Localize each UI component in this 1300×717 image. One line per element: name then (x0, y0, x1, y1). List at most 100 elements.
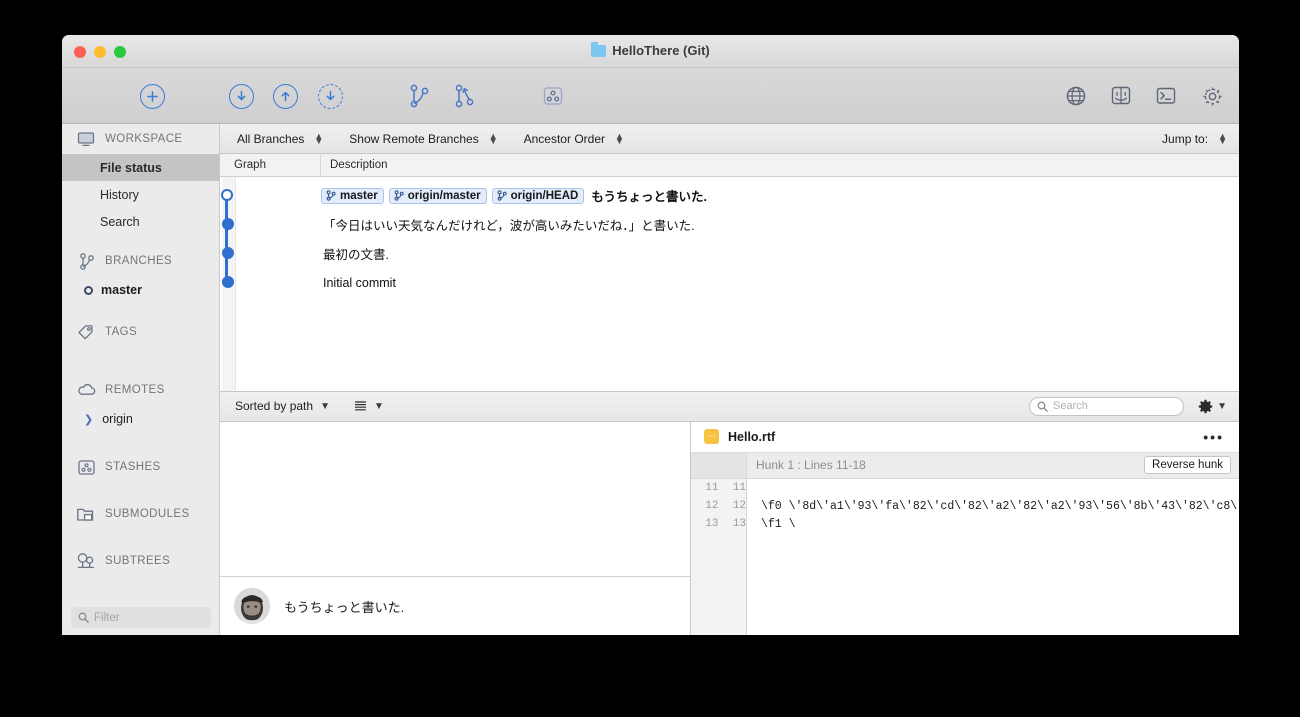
sidebar-group-workspace[interactable]: WORKSPACE (62, 124, 219, 154)
window-body: WORKSPACE File status History Search BRA… (62, 124, 1239, 635)
reverse-hunk-button[interactable]: Reverse hunk (1144, 456, 1231, 474)
branch-badge-master[interactable]: master (321, 187, 384, 204)
sidebar-group-tags[interactable]: TAGS (62, 317, 219, 347)
display-icon (76, 130, 96, 148)
diff-content[interactable]: 11 11 12 12 13 13 \f0 \'8d\'a1\'93\'fa\'… (691, 478, 1239, 635)
commit-row[interactable]: Initial commit (321, 268, 396, 297)
arrow-up-circle-icon (272, 83, 298, 109)
diff-line-number-row: 11 11 (691, 482, 746, 500)
plus-circle-icon (139, 83, 165, 109)
commit-message: 「今日はいい天気なんだけれど，波が高いみたいだね．」と書いた. (323, 219, 695, 233)
sidebar-branch-master[interactable]: master (62, 276, 219, 304)
stash-button[interactable] (537, 80, 569, 112)
merge-button[interactable] (449, 80, 481, 112)
stash-icon (543, 87, 563, 105)
new-line-number: 13 (732, 517, 746, 530)
hunk-label: Hunk 1 : Lines 11-18 (756, 458, 866, 472)
sidebar-item-label: File status (100, 160, 162, 175)
remote-label: origin (102, 412, 133, 426)
merge-icon (455, 84, 474, 108)
column-header-description[interactable]: Description (321, 159, 388, 171)
commit-graph-pane[interactable]: master origin/master origin/HEAD もうちょっと書… (220, 177, 1239, 391)
commit-table-header: Graph Description (220, 154, 1239, 177)
commit-node (222, 276, 234, 288)
show-remote-branches-select[interactable]: Show Remote Branches ▲ ▼ (349, 131, 497, 146)
sidebar-group-branches[interactable]: BRANCHES (62, 246, 219, 276)
badge-label: origin/master (407, 189, 481, 202)
chevron-down-icon: ▼ (320, 400, 330, 412)
sidebar-filter-input[interactable]: Filter (71, 607, 211, 628)
branch-badge-origin-master[interactable]: origin/master (388, 187, 487, 204)
window-title: HelloThere (Git) (62, 41, 1239, 58)
commit-node (222, 218, 234, 230)
diff-line-numbers: 11 11 12 12 13 13 (691, 478, 747, 635)
commit-detail-message: もうちょっと書いた. (284, 599, 405, 615)
file-search-input[interactable]: Search (1029, 396, 1184, 416)
chevron-updown-icon: ▲ ▼ (1218, 130, 1227, 146)
branch-icon (76, 252, 96, 270)
diff-code-line (747, 482, 1239, 500)
sidebar-group-label: SUBTREES (105, 555, 171, 567)
new-line-number: 12 (732, 499, 746, 512)
branch-icon (326, 190, 336, 201)
diff-line-number-row: 13 13 (691, 518, 746, 536)
sidebar-group-label: TAGS (105, 326, 138, 338)
gear-icon (1198, 399, 1213, 413)
window-title-text: HelloThere (Git) (612, 43, 710, 58)
rtf-file-icon: ⋯ (704, 429, 719, 444)
branch-button[interactable] (403, 80, 435, 112)
hunk-gutter (691, 452, 747, 478)
push-button[interactable] (269, 80, 301, 112)
commit-node (222, 247, 234, 259)
search-icon (1037, 401, 1048, 412)
diff-more-button[interactable]: ••• (1203, 429, 1224, 445)
search-icon (78, 612, 89, 623)
fetch-button[interactable] (314, 80, 346, 112)
branch-badge-origin-head[interactable]: origin/HEAD (491, 187, 585, 204)
ancestor-order-select[interactable]: Ancestor Order ▲ ▼ (523, 131, 624, 146)
pull-button[interactable] (225, 80, 257, 112)
changed-files-list[interactable] (220, 421, 690, 577)
finder-icon (1111, 86, 1131, 105)
ancestor-order-label: Ancestor Order (523, 131, 605, 146)
finder-button[interactable] (1105, 80, 1137, 112)
commit-detail: もうちょっと書いた. (220, 577, 690, 635)
terminal-button[interactable] (1150, 80, 1182, 112)
commit-row[interactable]: 最初の文書. (321, 239, 389, 268)
file-options-button[interactable]: ▼ (1198, 399, 1227, 414)
sidebar-group-label: STASHES (105, 461, 161, 473)
app-window: HelloThere (Git) WORKSPACE File status H… (62, 35, 1239, 635)
sidebar-remote-origin[interactable]: ❯ origin (62, 405, 219, 433)
tag-icon (76, 323, 96, 341)
commit-row[interactable]: master origin/master origin/HEAD もうちょっと書… (321, 181, 707, 210)
title-bar: HelloThere (Git) (62, 35, 1239, 68)
branch-icon (410, 84, 429, 108)
current-branch-icon (84, 285, 93, 295)
all-branches-select[interactable]: All Branches ▲ ▼ (237, 131, 323, 146)
sidebar-item-search[interactable]: Search (62, 208, 219, 235)
list-view-icon (354, 400, 367, 410)
jump-to-label: Jump to: (1162, 131, 1209, 146)
sidebar: WORKSPACE File status History Search BRA… (62, 124, 220, 635)
sidebar-group-submodules[interactable]: SUBMODULES (62, 499, 219, 529)
sidebar-group-subtrees[interactable]: SUBTREES (62, 546, 219, 576)
view-mode-select[interactable]: ▼ (354, 400, 384, 413)
chevron-right-icon[interactable]: ❯ (84, 413, 93, 426)
branch-icon (394, 190, 404, 201)
remote-button[interactable] (1060, 80, 1092, 112)
all-branches-label: All Branches (237, 131, 305, 146)
sort-select[interactable]: Sorted by path ▼ (235, 399, 330, 413)
sidebar-group-stashes[interactable]: STASHES (62, 452, 219, 482)
sort-label: Sorted by path (235, 399, 314, 413)
commit-button[interactable] (136, 80, 168, 112)
commit-row[interactable]: 「今日はいい天気なんだけれど，波が高いみたいだね．」と書いた. (321, 210, 695, 239)
sidebar-item-file-status[interactable]: File status (62, 154, 219, 181)
jump-to-select[interactable]: Jump to: ▲ ▼ (1162, 130, 1227, 146)
column-header-graph[interactable]: Graph (220, 154, 321, 176)
sidebar-item-label: Search (100, 214, 140, 229)
sidebar-item-history[interactable]: History (62, 181, 219, 208)
settings-button[interactable] (1196, 80, 1228, 112)
sidebar-group-remotes[interactable]: REMOTES (62, 375, 219, 405)
stash-icon (76, 458, 96, 476)
chevron-down-icon: ▼ (373, 400, 384, 412)
